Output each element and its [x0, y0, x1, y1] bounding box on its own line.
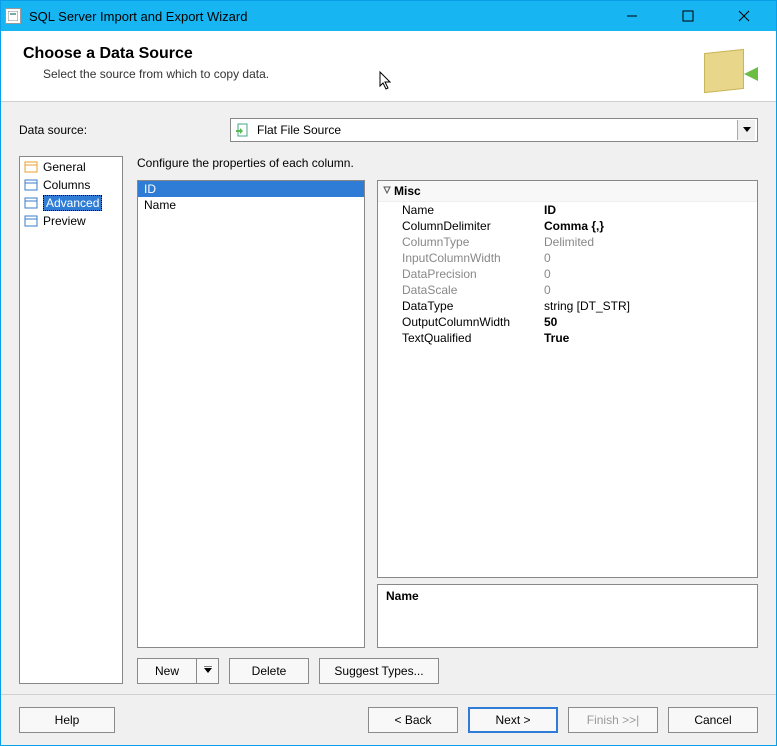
- property-key: ColumnDelimiter: [402, 219, 544, 233]
- back-button[interactable]: < Back: [368, 707, 458, 733]
- property-group-label: Misc: [394, 184, 421, 198]
- panels-row: IDName Misc NameIDColumnDelimiterComma {…: [137, 180, 758, 648]
- cancel-button[interactable]: Cancel: [668, 707, 758, 733]
- app-icon: [5, 8, 21, 24]
- sidebar-item-general[interactable]: General: [21, 158, 121, 176]
- property-key: InputColumnWidth: [402, 251, 544, 265]
- property-row[interactable]: ColumnTypeDelimited: [378, 234, 757, 250]
- property-row[interactable]: NameID: [378, 202, 757, 218]
- wizard-footer: Help < Back Next > Finish >>| Cancel: [1, 694, 776, 745]
- next-button[interactable]: Next >: [468, 707, 558, 733]
- help-button[interactable]: Help: [19, 707, 115, 733]
- wizard-header: Choose a Data Source Select the source f…: [1, 31, 776, 102]
- close-button[interactable]: [716, 1, 772, 31]
- property-key: TextQualified: [402, 331, 544, 345]
- combobox-dropdown-button[interactable]: [737, 120, 755, 140]
- sidebar-item-icon: [23, 213, 39, 229]
- sidebar-item-preview[interactable]: Preview: [21, 212, 121, 230]
- property-value[interactable]: 0: [544, 267, 757, 281]
- chevron-down-icon: [743, 127, 751, 133]
- titlebar[interactable]: SQL Server Import and Export Wizard: [1, 1, 776, 31]
- properties-column: Misc NameIDColumnDelimiterComma {,}Colum…: [377, 180, 758, 648]
- sidebar-item-icon: [23, 195, 39, 211]
- data-source-label: Data source:: [19, 123, 224, 137]
- property-group-header[interactable]: Misc: [378, 181, 757, 202]
- suggest-types-button[interactable]: Suggest Types...: [319, 658, 439, 684]
- sidebar-item-icon: [23, 159, 39, 175]
- sidebar-item-label: Columns: [43, 178, 90, 192]
- sidebar-item-advanced[interactable]: Advanced: [21, 194, 121, 212]
- finish-button: Finish >>|: [568, 707, 658, 733]
- sidebar-item-label: Advanced: [43, 195, 102, 211]
- window-title: SQL Server Import and Export Wizard: [27, 9, 604, 24]
- wizard-logo-icon: [702, 45, 756, 93]
- property-description-panel: Name: [377, 584, 758, 648]
- main-row: General Columns Advanced Preview Configure …: [19, 156, 758, 684]
- content-area: Data source: Flat File Source General Col…: [1, 102, 776, 694]
- new-button-dropdown[interactable]: [197, 658, 219, 684]
- split-caret-icon: [204, 666, 212, 676]
- data-source-combobox[interactable]: Flat File Source: [230, 118, 758, 142]
- property-description-title: Name: [386, 589, 419, 603]
- property-row[interactable]: TextQualifiedTrue: [378, 330, 757, 346]
- property-key: Name: [402, 203, 544, 217]
- column-list-item[interactable]: Name: [138, 197, 364, 213]
- property-value[interactable]: Comma {,}: [544, 219, 757, 233]
- collapse-chevron-icon[interactable]: [382, 184, 394, 198]
- property-value[interactable]: 0: [544, 251, 757, 265]
- property-key: DataScale: [402, 283, 544, 297]
- property-key: DataPrecision: [402, 267, 544, 281]
- property-row[interactable]: ColumnDelimiterComma {,}: [378, 218, 757, 234]
- new-button[interactable]: New: [137, 658, 197, 684]
- sidebar-item-label: General: [43, 160, 86, 174]
- wizard-body: Choose a Data Source Select the source f…: [1, 31, 776, 745]
- property-row[interactable]: DataScale0: [378, 282, 757, 298]
- property-row[interactable]: DataPrecision0: [378, 266, 757, 282]
- sidebar-item-label: Preview: [43, 214, 86, 228]
- page-subtitle: Select the source from which to copy dat…: [23, 67, 269, 81]
- page-title: Choose a Data Source: [23, 45, 269, 63]
- right-column: Configure the properties of each column.…: [137, 156, 758, 684]
- property-key: ColumnType: [402, 235, 544, 249]
- data-source-row: Data source: Flat File Source: [19, 118, 758, 142]
- maximize-button[interactable]: [660, 1, 716, 31]
- property-value[interactable]: ID: [544, 203, 757, 217]
- property-value[interactable]: string [DT_STR]: [544, 299, 757, 313]
- data-source-value: Flat File Source: [257, 123, 737, 137]
- property-grid[interactable]: Misc NameIDColumnDelimiterComma {,}Colum…: [377, 180, 758, 578]
- wizard-window: SQL Server Import and Export Wizard Choo…: [0, 0, 777, 746]
- delete-button[interactable]: Delete: [229, 658, 309, 684]
- property-row[interactable]: OutputColumnWidth50: [378, 314, 757, 330]
- property-key: DataType: [402, 299, 544, 313]
- sidebar-item-columns[interactable]: Columns: [21, 176, 121, 194]
- property-key: OutputColumnWidth: [402, 315, 544, 329]
- wizard-step-list[interactable]: General Columns Advanced Preview: [19, 156, 123, 684]
- column-buttons-row: New Delete Suggest Types...: [137, 658, 758, 684]
- sidebar-item-icon: [23, 177, 39, 193]
- property-row[interactable]: InputColumnWidth0: [378, 250, 757, 266]
- property-row[interactable]: DataTypestring [DT_STR]: [378, 298, 757, 314]
- property-value[interactable]: Delimited: [544, 235, 757, 249]
- property-value[interactable]: 50: [544, 315, 757, 329]
- columns-list[interactable]: IDName: [137, 180, 365, 648]
- minimize-button[interactable]: [604, 1, 660, 31]
- property-value[interactable]: True: [544, 331, 757, 345]
- instruction-text: Configure the properties of each column.: [137, 156, 758, 170]
- flat-file-icon: [235, 122, 251, 138]
- column-list-item[interactable]: ID: [138, 181, 364, 197]
- property-value[interactable]: 0: [544, 283, 757, 297]
